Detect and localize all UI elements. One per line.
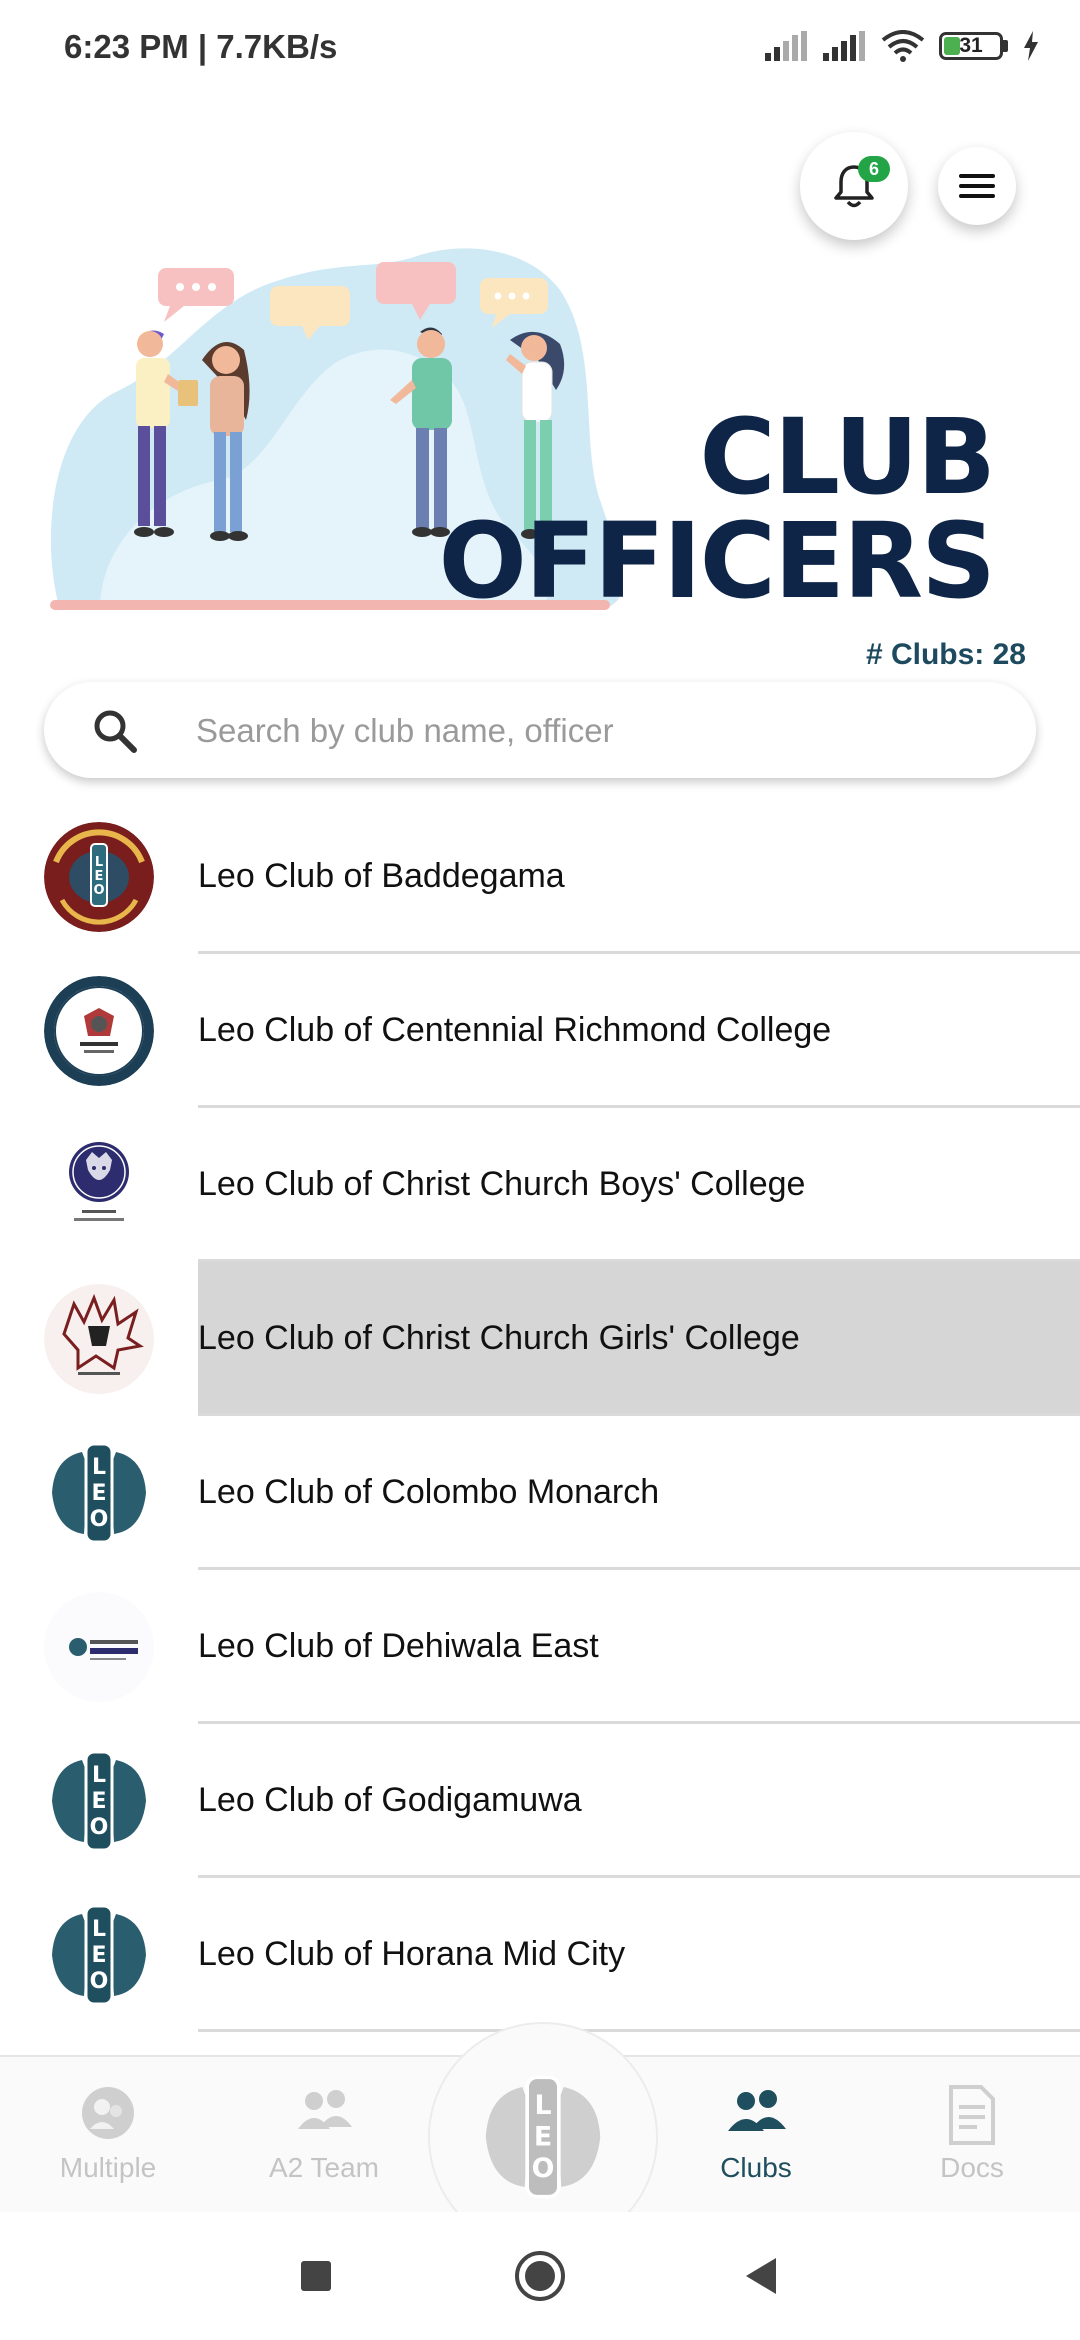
svg-text:E: E xyxy=(91,1481,106,1506)
battery-icon: 31 xyxy=(939,32,1008,60)
club-list: L E O Leo Club of Baddegama Leo Club of … xyxy=(0,800,1080,2032)
club-name: Leo Club of Baddegama xyxy=(198,857,565,895)
hamburger-icon xyxy=(959,174,995,198)
status-icons: 31 xyxy=(765,30,1040,62)
nav-label: Docs xyxy=(940,2152,1004,2183)
svg-text:E: E xyxy=(95,869,104,884)
boys-college-logo-icon xyxy=(44,1130,154,1240)
svg-text:L: L xyxy=(534,2090,551,2121)
recents-icon xyxy=(301,2261,331,2291)
system-nav-bar xyxy=(0,2212,1080,2340)
divider xyxy=(198,2029,1080,2032)
svg-text:E: E xyxy=(91,1789,106,1814)
baddegama-logo-icon: L E O xyxy=(44,822,154,932)
svg-text:O: O xyxy=(90,1815,109,1840)
page-title-line2: OFFICERS xyxy=(438,500,996,622)
back-icon xyxy=(746,2258,776,2294)
notification-badge: 6 xyxy=(858,156,890,182)
signal-icon-2 xyxy=(823,31,865,61)
nav-multiple[interactable]: Multiple xyxy=(0,2057,216,2213)
team-icon xyxy=(298,2090,352,2129)
svg-text:E: E xyxy=(534,2122,552,2153)
battery-level: 31 xyxy=(959,34,983,57)
charging-icon xyxy=(1024,31,1038,61)
search-bar[interactable] xyxy=(44,682,1036,780)
club-name: Leo Club of Horana Mid City xyxy=(198,1935,626,1973)
club-list-item[interactable]: Leo Club of Centennial Richmond College xyxy=(0,954,1080,1108)
girls-college-logo-icon xyxy=(44,1284,154,1394)
club-name: Leo Club of Godigamuwa xyxy=(198,1781,582,1819)
nav-clubs[interactable]: Clubs xyxy=(648,2057,864,2213)
docs-icon xyxy=(949,2085,995,2145)
leo-center-logo-icon: L E O xyxy=(485,2075,601,2199)
club-name: Leo Club of Christ Church Girls' College xyxy=(198,1262,1080,1414)
svg-text:L: L xyxy=(92,1455,106,1480)
nav-label: Clubs xyxy=(720,2152,792,2183)
svg-text:O: O xyxy=(532,2153,555,2184)
wifi-icon xyxy=(881,30,925,62)
status-time: 6:23 PM | 7.7KB/s xyxy=(64,28,338,65)
page-title: CLUB OFFICERS xyxy=(438,396,996,622)
club-name: Leo Club of Colombo Monarch xyxy=(198,1473,660,1511)
club-list-item[interactable]: L E O Leo Club of Colombo Monarch xyxy=(0,1416,1080,1570)
club-list-item[interactable]: L E O Leo Club of Horana Mid City xyxy=(0,1878,1080,2032)
svg-text:E: E xyxy=(91,1943,106,1968)
leo-logo-icon: L E O xyxy=(44,1746,154,1856)
search-input[interactable] xyxy=(194,682,998,780)
svg-text:O: O xyxy=(93,883,104,898)
clubs-icon xyxy=(728,2090,786,2131)
svg-text:L: L xyxy=(95,855,103,870)
recents-button[interactable] xyxy=(256,2212,376,2340)
club-list-item[interactable]: L E O Leo Club of Baddegama xyxy=(0,800,1080,954)
club-name: Leo Club of Centennial Richmond College xyxy=(198,1011,832,1049)
status-bar: 6:23 PM | 7.7KB/s 31 xyxy=(0,0,1080,100)
nav-a2-team[interactable]: A2 Team xyxy=(216,2057,432,2213)
nav-label: A2 Team xyxy=(269,2152,379,2183)
page-title-line1: CLUB xyxy=(699,396,996,518)
back-button[interactable] xyxy=(700,2212,820,2340)
nav-label: Multiple xyxy=(59,2152,157,2183)
club-list-item[interactable]: Leo Club of Dehiwala East xyxy=(0,1570,1080,1724)
signal-icon xyxy=(765,31,807,61)
clubs-count: # Clubs: 28 xyxy=(865,638,1026,671)
svg-text:L: L xyxy=(92,1917,106,1942)
club-list-item[interactable]: L E O Leo Club of Godigamuwa xyxy=(0,1724,1080,1878)
notifications-button[interactable]: 6 xyxy=(800,132,908,240)
svg-text:O: O xyxy=(90,1507,109,1532)
richmond-logo-icon xyxy=(44,976,154,1086)
club-name: Leo Club of Christ Church Boys' College xyxy=(198,1165,806,1203)
club-list-item[interactable]: Leo Club of Christ Church Boys' College xyxy=(0,1108,1080,1262)
multiple-icon xyxy=(82,2087,134,2139)
search-icon xyxy=(94,710,137,753)
leo-logo-icon: L E O xyxy=(44,1900,154,2010)
menu-button[interactable] xyxy=(938,147,1016,225)
svg-text:L: L xyxy=(92,1763,106,1788)
club-name: Leo Club of Dehiwala East xyxy=(198,1627,599,1665)
home-icon xyxy=(515,2251,565,2301)
nav-docs[interactable]: Docs xyxy=(864,2057,1080,2213)
leo-logo-icon: L E O xyxy=(44,1438,154,1548)
svg-text:O: O xyxy=(90,1969,109,1994)
home-button[interactable] xyxy=(480,2212,600,2340)
club-list-item[interactable]: Leo Club of Christ Church Girls' College xyxy=(0,1262,1080,1416)
dehiwala-logo-icon xyxy=(44,1592,154,1702)
